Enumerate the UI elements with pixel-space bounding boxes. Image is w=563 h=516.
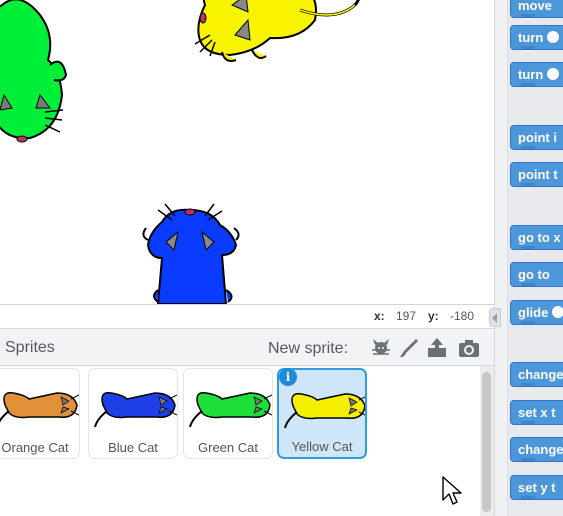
block-change-x[interactable]: change [510,362,563,387]
y-label: y: [428,309,439,323]
x-value: 197 [396,309,417,323]
sprite-list: Orange Cat Blue Cat Green Cat Yellow Cat [0,366,480,516]
block-go-to-xy[interactable]: go to x [510,225,563,250]
green-cat-sprite[interactable] [0,0,68,143]
block-label: change [518,442,563,457]
sprite-name: Blue Cat [108,440,158,455]
new-sprite-label: New sprite: [268,340,349,357]
sprite-library-icon[interactable] [369,336,393,360]
block-label: point t [518,167,558,182]
sprite-tile-blue-cat[interactable]: Blue Cat [88,368,178,459]
block-label: change [518,367,563,382]
block-label: go to x [518,230,561,245]
block-label: move [518,0,552,13]
sprite-name: Orange Cat [1,440,69,455]
sprite-tile-orange-cat[interactable]: Orange Cat [0,368,80,459]
block-turn-left[interactable]: turn [510,62,563,87]
block-label: turn [518,30,544,45]
rotate-left-icon [547,68,560,80]
sprite-tile-green-cat[interactable]: Green Cat [183,368,273,459]
blue-cat-sprite[interactable] [142,203,240,304]
green-cat-thumbnail [189,392,272,428]
block-label: turn [518,67,544,82]
sprite-info-icon[interactable]: i [279,368,297,386]
camera-icon[interactable] [457,336,481,360]
block-set-x[interactable]: set x t [510,400,563,425]
x-label: x: [374,309,385,323]
sprite-scrollbar-thumb[interactable] [482,372,491,512]
yellow-cat-thumbnail [284,393,365,429]
block-label: point i [518,130,557,145]
sprites-panel: Sprites New sprite: Orange Cat Blue Cat … [0,328,494,516]
block-label: go to [518,267,550,282]
number-input-icon [552,306,563,318]
block-glide[interactable]: glide [510,300,563,325]
upload-sprite-icon[interactable] [425,336,449,360]
block-label: set x t [518,405,556,420]
sprites-title: Sprites [5,339,55,356]
block-change-y[interactable]: change [510,437,563,462]
y-value: -180 [450,309,475,323]
block-point-in-direction[interactable]: point i [510,125,563,150]
palette-gutter [495,0,508,516]
sprites-header: Sprites New sprite: [0,328,494,366]
stage[interactable] [0,0,494,304]
block-turn-right[interactable]: turn [510,25,563,50]
stage-canvas [0,0,360,304]
mouse-coordinates: x: 197 y: -180 [0,305,494,328]
block-label: set y t [518,480,556,495]
paint-brush-icon[interactable] [397,336,421,360]
mouse-cursor-icon [442,476,462,505]
sprite-name: Green Cat [198,440,258,455]
yellow-cat-sprite[interactable] [194,0,360,62]
sprite-name: Yellow Cat [291,439,353,454]
orange-cat-thumbnail [0,392,79,423]
block-go-to[interactable]: go to [510,262,563,287]
block-label: glide [518,305,549,320]
blue-cat-thumbnail [94,392,177,428]
rotate-right-icon [547,31,560,43]
block-point-towards[interactable]: point t [510,162,563,187]
block-move[interactable]: move [510,0,563,18]
block-set-y[interactable]: set y t [510,475,563,500]
collapse-arrow-icon[interactable] [489,308,501,327]
